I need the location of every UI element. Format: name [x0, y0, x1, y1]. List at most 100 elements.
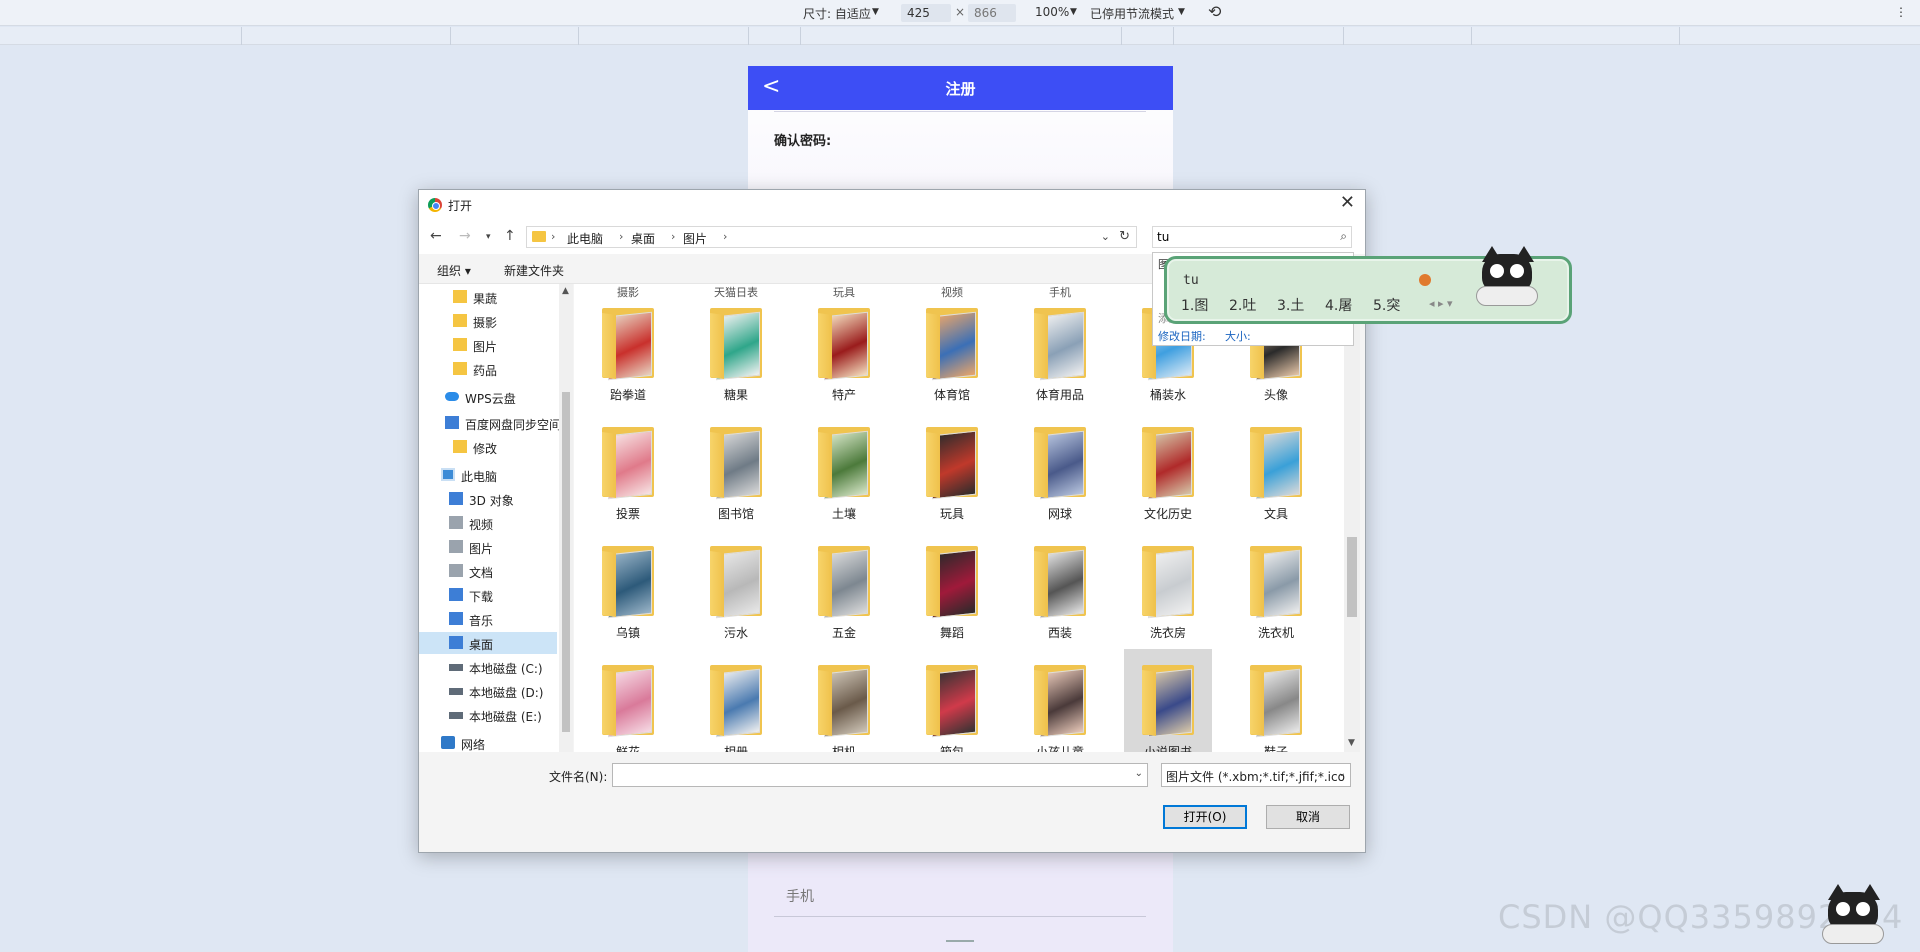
sidebar-item-label: 桌面	[469, 638, 494, 652]
dimensions-dropdown[interactable]: 尺寸: 自适应	[803, 5, 871, 22]
folder-item[interactable]: 相机	[800, 649, 888, 752]
mobile-input[interactable]: 手机	[786, 886, 814, 906]
breadcrumb-pictures[interactable]: 图片	[683, 230, 707, 247]
resize-handle[interactable]	[946, 940, 974, 942]
folder-item[interactable]: 糖果	[692, 292, 780, 406]
rotate-icon[interactable]: ⟲	[1208, 2, 1221, 21]
sidebar-item[interactable]: 本地磁盘 (E:)	[419, 704, 557, 726]
folder-item[interactable]: 鲜花	[584, 649, 672, 752]
new-folder-button[interactable]: 新建文件夹	[504, 262, 564, 279]
page-title: 注册	[945, 80, 976, 98]
sidebar-item[interactable]: 网络	[419, 732, 557, 752]
ime-candidate[interactable]: 4.屠	[1325, 295, 1352, 315]
throttle-dropdown[interactable]: 已停用节流模式	[1090, 5, 1174, 22]
refresh-icon[interactable]: ↻	[1119, 229, 1130, 244]
sidebar-item[interactable]: 图片	[419, 334, 557, 356]
search-input[interactable]: tu ⌕	[1152, 226, 1352, 248]
scroll-up-icon[interactable]: ▲	[562, 286, 569, 296]
nav-scrollbar[interactable]: ▲	[559, 284, 573, 752]
folder-flap	[818, 313, 832, 379]
sidebar-item[interactable]: 音乐	[419, 608, 557, 630]
folder-icon	[453, 314, 467, 327]
up-icon[interactable]: ↑	[504, 228, 516, 244]
music-icon	[449, 612, 463, 625]
folder-item[interactable]: 西装	[1016, 530, 1104, 644]
folder-item[interactable]: 污水	[692, 530, 780, 644]
cancel-button[interactable]: 取消	[1266, 805, 1350, 829]
sidebar-item[interactable]: 药品	[419, 358, 557, 380]
scroll-thumb[interactable]	[1347, 537, 1357, 617]
folder-item[interactable]: 网球	[1016, 411, 1104, 525]
sidebar-item-label: 本地磁盘 (C:)	[469, 662, 543, 676]
back-icon[interactable]: ←	[430, 228, 442, 244]
sidebar-item[interactable]: 本地磁盘 (C:)	[419, 656, 557, 678]
folder-item[interactable]: 小说图书	[1124, 649, 1212, 752]
breadcrumb-pc[interactable]: 此电脑	[567, 230, 603, 247]
height-input[interactable]: 866	[968, 4, 1016, 22]
folder-item[interactable]: 体育用品	[1016, 292, 1104, 406]
download-icon	[449, 588, 463, 601]
ime-candidate[interactable]: 1.图	[1181, 295, 1208, 315]
chevron-down-icon[interactable]: ⌄	[1135, 768, 1143, 779]
folder-label: 箱包	[939, 745, 964, 752]
sidebar-item[interactable]: 修改	[419, 436, 557, 458]
folder-item[interactable]: 玩具	[908, 411, 996, 525]
ime-candidate[interactable]: 3.土	[1277, 295, 1304, 315]
filetype-select[interactable]: 图片文件 (*.xbm;*.tif;*.jfif;*.ico ⌄	[1161, 763, 1351, 787]
folder-item[interactable]: 图书馆	[692, 411, 780, 525]
search-icon[interactable]: ⌕	[1340, 229, 1347, 244]
sidebar-item[interactable]: 桌面	[419, 632, 557, 654]
recent-chevron-icon[interactable]: ▾	[486, 232, 491, 242]
folder-item[interactable]: 鞋子	[1232, 649, 1320, 752]
sidebar-item[interactable]: WPS云盘	[419, 386, 557, 408]
folder-item[interactable]: 土壤	[800, 411, 888, 525]
close-icon[interactable]: ✕	[1340, 192, 1355, 213]
zoom-dropdown[interactable]: 100%	[1035, 5, 1069, 19]
forward-icon[interactable]: →	[459, 228, 471, 244]
scroll-thumb[interactable]	[562, 392, 570, 732]
breadcrumb-desktop[interactable]: 桌面	[631, 230, 655, 247]
sidebar-item[interactable]: 百度网盘同步空间	[419, 412, 559, 434]
folder-item[interactable]: 小孩儿童	[1016, 649, 1104, 752]
folder-label: 跆拳道	[609, 388, 646, 402]
ime-pager-icon[interactable]: ◂ ▸ ▾	[1429, 297, 1453, 310]
folder-item[interactable]: 投票	[584, 411, 672, 525]
folder-item[interactable]: 相册	[692, 649, 780, 752]
folder-item[interactable]: 文具	[1232, 411, 1320, 525]
sidebar-item[interactable]: 视频	[419, 512, 557, 534]
sidebar-item[interactable]: 摄影	[419, 310, 557, 332]
address-bar[interactable]: › 此电脑 › 桌面 › 图片 › ⌄ ↻	[526, 226, 1137, 248]
sidebar-item[interactable]: 文档	[419, 560, 557, 582]
chevron-right-icon: ›	[723, 230, 728, 243]
sidebar-item[interactable]: 果蔬	[419, 286, 557, 308]
folder-item[interactable]: 箱包	[908, 649, 996, 752]
ime-candidate[interactable]: 2.吐	[1229, 295, 1256, 315]
scroll-down-icon[interactable]: ▼	[1348, 738, 1355, 748]
sidebar-item[interactable]: 图片	[419, 536, 557, 558]
folder-item[interactable]: 洗衣机	[1232, 530, 1320, 644]
filter-modified-link[interactable]: 修改日期:	[1158, 328, 1206, 344]
open-button[interactable]: 打开(O)	[1163, 805, 1247, 829]
folder-item[interactable]: 乌镇	[584, 530, 672, 644]
filter-size-link[interactable]: 大小:	[1225, 328, 1251, 344]
sidebar-item[interactable]: 3D 对象	[419, 488, 557, 510]
folder-label: 投票	[615, 507, 640, 521]
sidebar-item[interactable]: 本地磁盘 (D:)	[419, 680, 557, 702]
organize-button[interactable]: 组织 ▾	[437, 262, 471, 279]
folder-item[interactable]: 舞蹈	[908, 530, 996, 644]
folder-item[interactable]: 洗衣房	[1124, 530, 1212, 644]
ime-candidate[interactable]: 5.突	[1373, 295, 1400, 315]
sidebar-item[interactable]: 下载	[419, 584, 557, 606]
folder-item[interactable]: 五金	[800, 530, 888, 644]
folder-item[interactable]: 文化历史	[1124, 411, 1212, 525]
content-scrollbar[interactable]: ▼	[1344, 284, 1360, 752]
width-input[interactable]: 425	[901, 4, 951, 22]
folder-item[interactable]: 特产	[800, 292, 888, 406]
folder-item[interactable]: 体育馆	[908, 292, 996, 406]
filename-input[interactable]: ⌄	[612, 763, 1148, 787]
media-query-ruler	[0, 27, 1920, 45]
more-icon[interactable]: ⋮	[1895, 5, 1907, 19]
chevron-down-icon[interactable]: ⌄	[1101, 230, 1110, 243]
folder-item[interactable]: 跆拳道	[584, 292, 672, 406]
sidebar-item[interactable]: 此电脑	[419, 464, 557, 486]
